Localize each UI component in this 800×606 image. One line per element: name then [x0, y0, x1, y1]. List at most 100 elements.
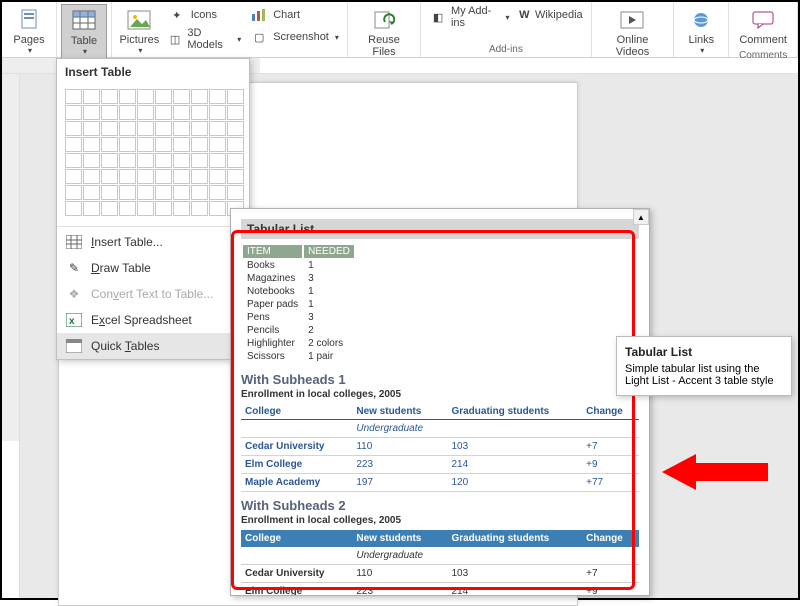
- grid-cell[interactable]: [65, 169, 82, 184]
- grid-cell[interactable]: [101, 105, 118, 120]
- grid-cell[interactable]: [137, 185, 154, 200]
- grid-cell[interactable]: [173, 89, 190, 104]
- grid-cell[interactable]: [119, 153, 136, 168]
- grid-cell[interactable]: [155, 169, 172, 184]
- grid-cell[interactable]: [227, 105, 244, 120]
- grid-cell[interactable]: [173, 201, 190, 216]
- quick-tables-submenu[interactable]: ▲ Tabular List ITEMNEEDED Books1Magazine…: [230, 208, 650, 596]
- with-subheads-1-preview[interactable]: With Subheads 1 Enrollment in local coll…: [241, 372, 639, 492]
- grid-cell[interactable]: [173, 121, 190, 136]
- grid-cell[interactable]: [155, 185, 172, 200]
- grid-cell[interactable]: [137, 169, 154, 184]
- grid-cell[interactable]: [209, 185, 226, 200]
- comment-button[interactable]: Comment: [733, 4, 793, 48]
- grid-cell[interactable]: [119, 169, 136, 184]
- grid-cell[interactable]: [227, 185, 244, 200]
- grid-cell[interactable]: [173, 105, 190, 120]
- grid-cell[interactable]: [65, 105, 82, 120]
- grid-cell[interactable]: [155, 137, 172, 152]
- grid-cell[interactable]: [119, 89, 136, 104]
- grid-cell[interactable]: [227, 137, 244, 152]
- grid-cell[interactable]: [191, 169, 208, 184]
- grid-cell[interactable]: [119, 185, 136, 200]
- grid-cell[interactable]: [191, 185, 208, 200]
- grid-cell[interactable]: [101, 121, 118, 136]
- links-button[interactable]: Links▾: [678, 4, 724, 57]
- grid-cell[interactable]: [65, 121, 82, 136]
- grid-cell[interactable]: [209, 169, 226, 184]
- grid-cell[interactable]: [191, 153, 208, 168]
- grid-cell[interactable]: [137, 89, 154, 104]
- grid-cell[interactable]: [101, 137, 118, 152]
- grid-cell[interactable]: [173, 153, 190, 168]
- grid-cell[interactable]: [155, 89, 172, 104]
- grid-cell[interactable]: [119, 201, 136, 216]
- grid-cell[interactable]: [101, 201, 118, 216]
- grid-cell[interactable]: [65, 137, 82, 152]
- grid-cell[interactable]: [137, 121, 154, 136]
- grid-cell[interactable]: [227, 169, 244, 184]
- grid-cell[interactable]: [65, 201, 82, 216]
- grid-cell[interactable]: [173, 137, 190, 152]
- grid-cell[interactable]: [173, 185, 190, 200]
- grid-cell[interactable]: [101, 153, 118, 168]
- pages-button[interactable]: Pages▾: [6, 4, 52, 57]
- grid-cell[interactable]: [155, 105, 172, 120]
- grid-cell[interactable]: [65, 185, 82, 200]
- grid-cell[interactable]: [209, 105, 226, 120]
- grid-cell[interactable]: [83, 137, 100, 152]
- table-button[interactable]: Table▾: [61, 4, 107, 59]
- icons-button[interactable]: ✦Icons: [163, 4, 246, 26]
- grid-cell[interactable]: [83, 89, 100, 104]
- my-addins-button[interactable]: ◧My Add-ins▾: [425, 4, 513, 30]
- grid-cell[interactable]: [155, 201, 172, 216]
- grid-cell[interactable]: [209, 137, 226, 152]
- grid-cell[interactable]: [83, 153, 100, 168]
- grid-cell[interactable]: [119, 137, 136, 152]
- wikipedia-button[interactable]: WWikipedia: [514, 4, 587, 26]
- grid-cell[interactable]: [173, 169, 190, 184]
- grid-cell[interactable]: [83, 201, 100, 216]
- tabular-list-preview[interactable]: ITEMNEEDED Books1Magazines3Notebooks1Pap…: [241, 243, 356, 364]
- reuse-files-button[interactable]: Reuse Files: [352, 4, 416, 60]
- grid-cell[interactable]: [65, 89, 82, 104]
- with-subheads-2-preview[interactable]: With Subheads 2 Enrollment in local coll…: [241, 498, 639, 596]
- grid-cell[interactable]: [65, 153, 82, 168]
- table-size-grid[interactable]: [57, 85, 249, 224]
- 3dmodels-button[interactable]: ◫3D Models▾: [163, 26, 246, 52]
- grid-cell[interactable]: [209, 153, 226, 168]
- grid-cell[interactable]: [227, 153, 244, 168]
- grid-cell[interactable]: [137, 153, 154, 168]
- screenshot-button[interactable]: ▢Screenshot▾: [245, 26, 343, 48]
- grid-cell[interactable]: [137, 137, 154, 152]
- grid-cell[interactable]: [83, 169, 100, 184]
- chart-button[interactable]: Chart: [245, 4, 343, 26]
- grid-cell[interactable]: [101, 169, 118, 184]
- grid-cell[interactable]: [191, 105, 208, 120]
- grid-cell[interactable]: [83, 105, 100, 120]
- grid-cell[interactable]: [155, 153, 172, 168]
- grid-cell[interactable]: [119, 121, 136, 136]
- grid-cell[interactable]: [191, 137, 208, 152]
- scroll-up-button[interactable]: ▲: [633, 209, 649, 225]
- excel-spreadsheet-item[interactable]: x Excel Spreadsheet: [57, 307, 249, 333]
- insert-table-item[interactable]: IInsert Table...nsert Table...: [57, 229, 249, 255]
- grid-cell[interactable]: [101, 89, 118, 104]
- grid-cell[interactable]: [83, 185, 100, 200]
- grid-cell[interactable]: [227, 89, 244, 104]
- grid-cell[interactable]: [155, 121, 172, 136]
- grid-cell[interactable]: [191, 201, 208, 216]
- grid-cell[interactable]: [137, 105, 154, 120]
- grid-cell[interactable]: [137, 201, 154, 216]
- grid-cell[interactable]: [83, 121, 100, 136]
- grid-cell[interactable]: [209, 121, 226, 136]
- grid-cell[interactable]: [191, 121, 208, 136]
- grid-cell[interactable]: [191, 89, 208, 104]
- grid-cell[interactable]: [209, 89, 226, 104]
- online-videos-button[interactable]: Online Videos: [596, 4, 670, 60]
- grid-cell[interactable]: [119, 105, 136, 120]
- pictures-button[interactable]: Pictures▾: [116, 4, 163, 57]
- draw-table-item[interactable]: ✎ Draw Table: [57, 255, 249, 281]
- grid-cell[interactable]: [227, 121, 244, 136]
- grid-cell[interactable]: [101, 185, 118, 200]
